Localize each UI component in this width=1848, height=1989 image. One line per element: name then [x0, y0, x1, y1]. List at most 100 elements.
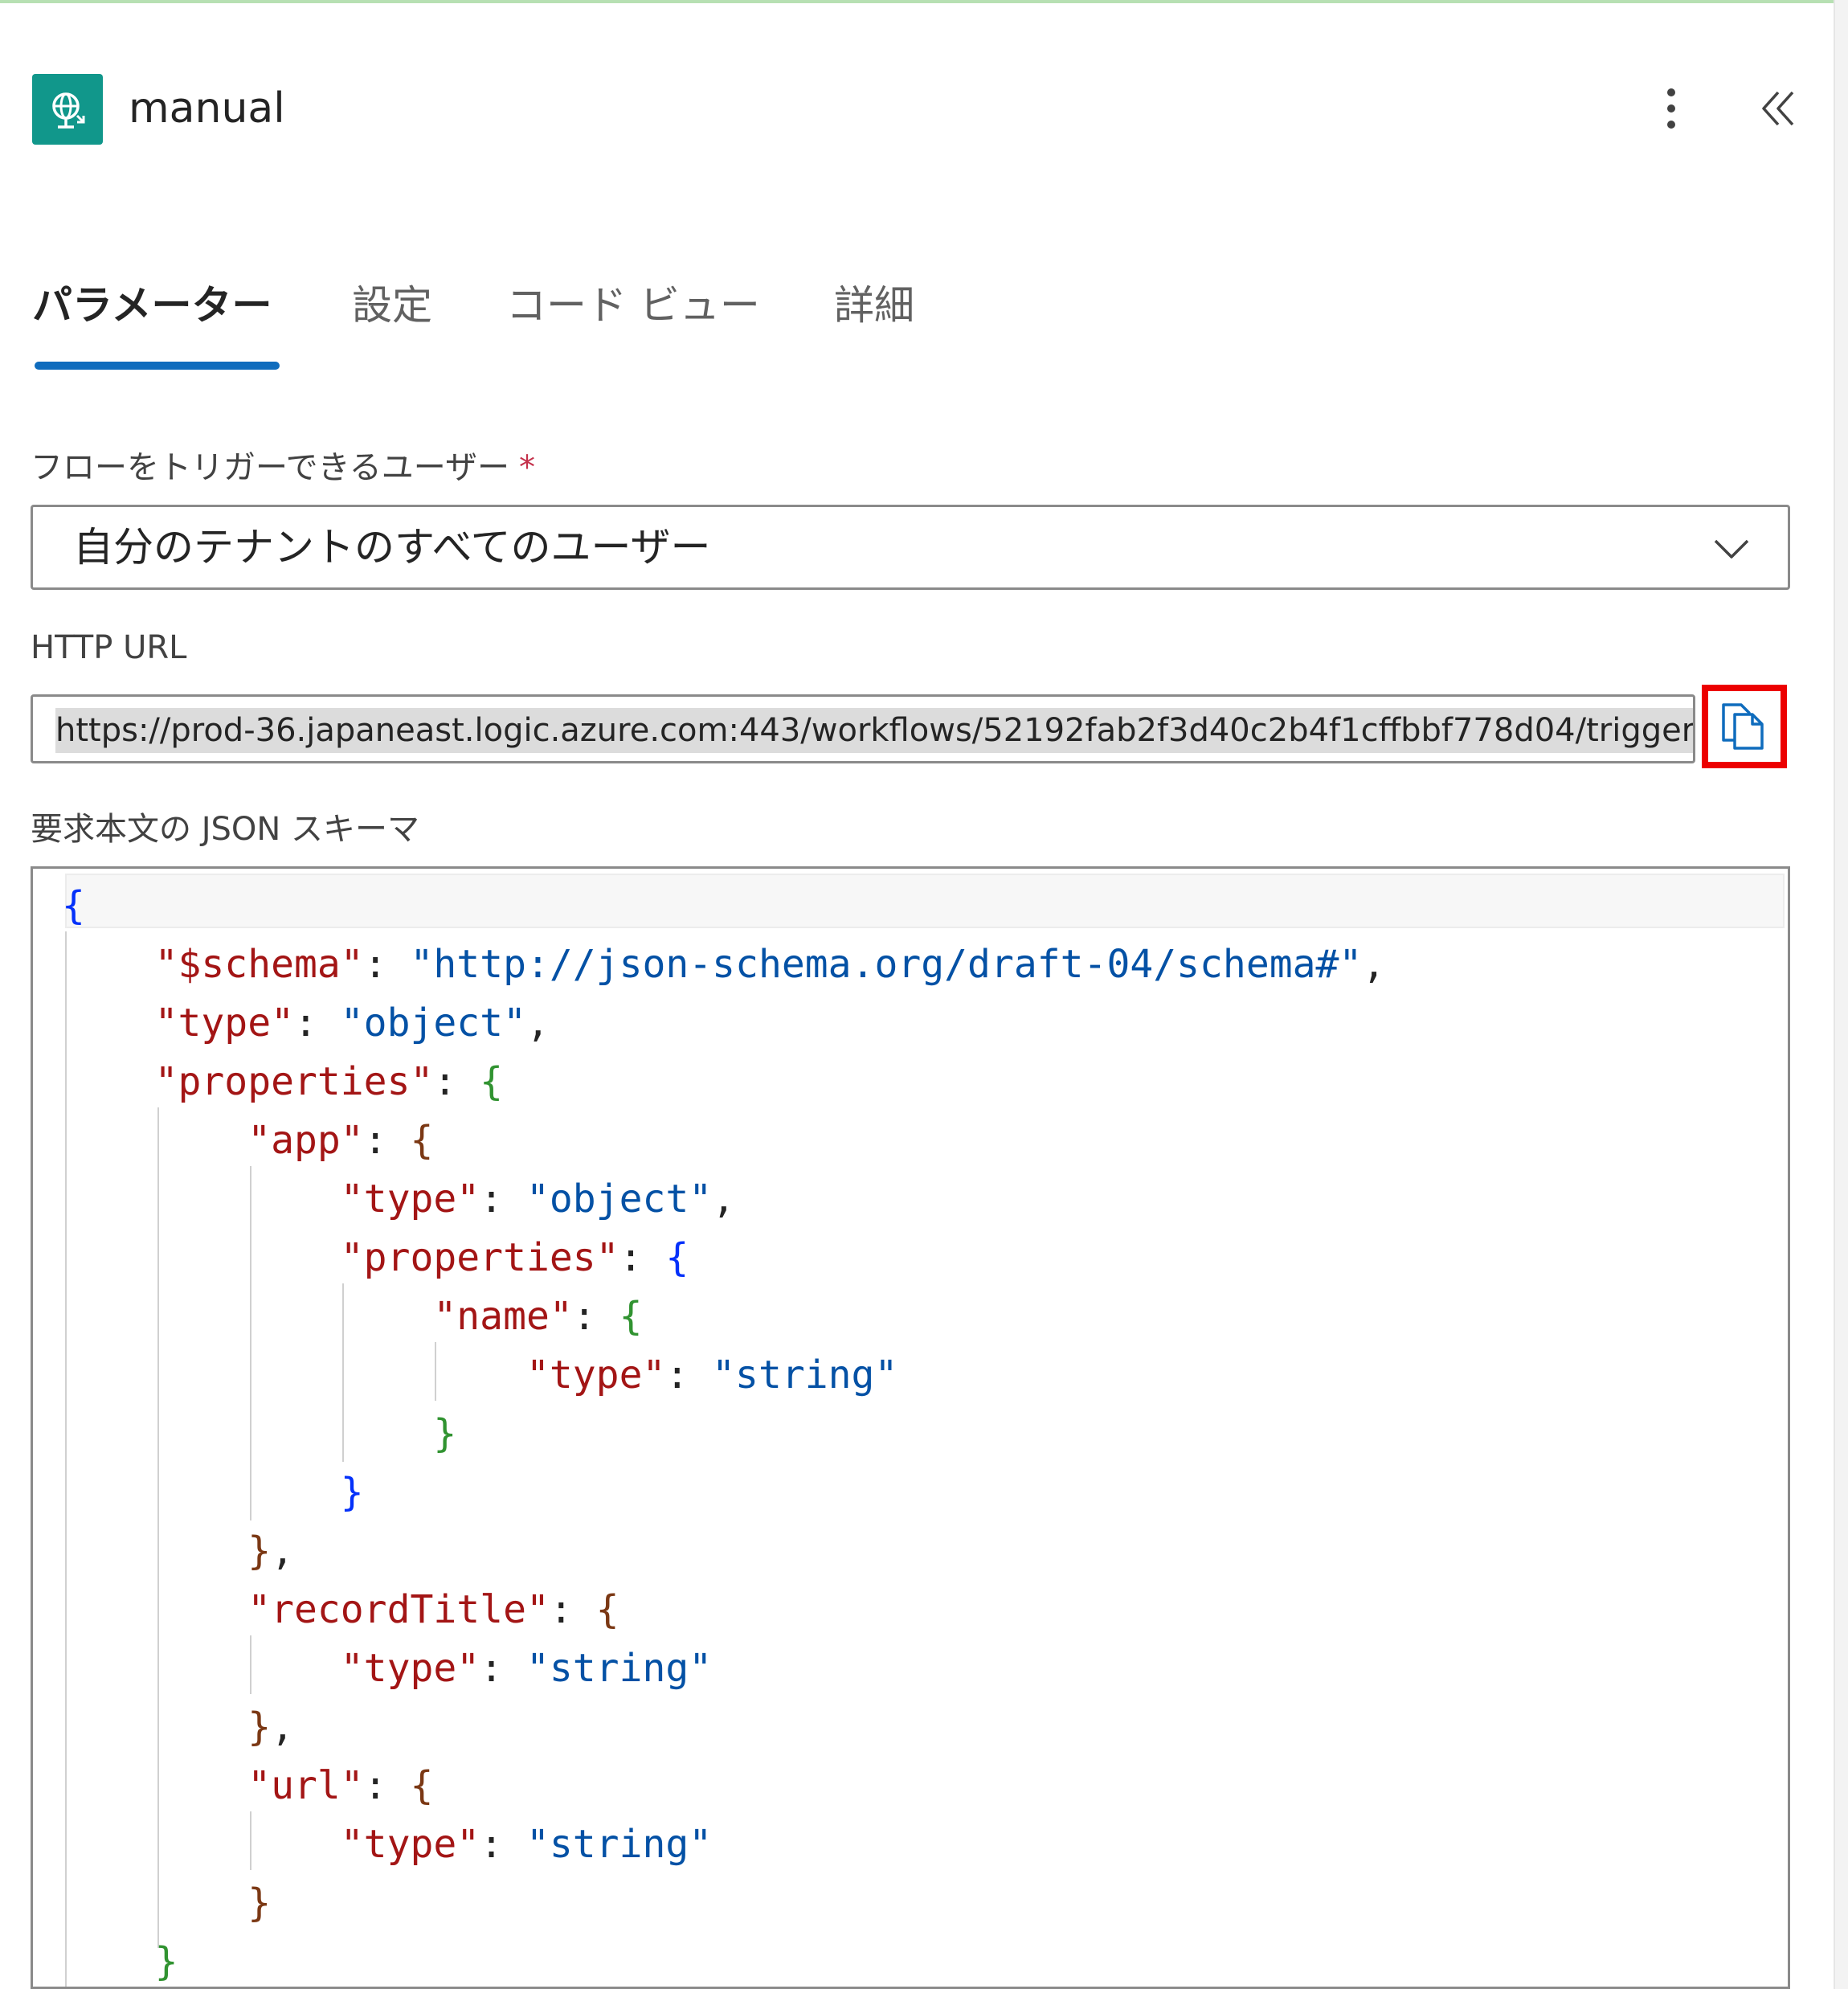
code-token: ,	[271, 1705, 294, 1750]
double-chevron-left-icon	[1762, 91, 1794, 126]
top-accent-line	[0, 0, 1848, 3]
code-token: :	[665, 1353, 713, 1398]
who-can-trigger-dropdown[interactable]: 自分のテナントのすべてのユーザー	[31, 505, 1790, 590]
code-token: "object"	[340, 1001, 526, 1046]
code-token: "string"	[525, 1822, 713, 1867]
tab-details[interactable]: 詳細	[834, 273, 914, 338]
code-token: "url"	[247, 1763, 364, 1808]
code-token: :	[363, 1118, 411, 1163]
code-token: :	[480, 1822, 526, 1867]
code-line: }	[62, 1463, 1385, 1522]
panel-scrollbar[interactable]	[1834, 0, 1848, 1989]
code-token: :	[480, 1177, 526, 1222]
code-token: :	[619, 1235, 666, 1280]
code-token: }	[340, 1470, 364, 1515]
http-url-field[interactable]: https://prod-36.japaneast.logic.azure.co…	[31, 694, 1695, 763]
copy-url-button[interactable]	[1702, 685, 1787, 768]
json-schema-label: 要求本文の JSON スキーマ	[31, 811, 420, 848]
more-vertical-icon	[1667, 88, 1675, 129]
http-url-label: HTTP URL	[31, 629, 187, 666]
code-token: :	[433, 1059, 480, 1104]
code-line: "url": {	[62, 1757, 1385, 1815]
code-token: {	[595, 1587, 619, 1632]
tab-settings[interactable]: 設定	[352, 273, 432, 338]
code-line: },	[62, 1522, 1385, 1581]
required-mark: *	[519, 449, 535, 486]
code-token: }	[247, 1881, 272, 1926]
json-schema-editor[interactable]: { "$schema": "http://json-schema.org/dra…	[31, 866, 1790, 1989]
code-line: "type": "string"	[62, 1639, 1385, 1698]
code-line: "name": {	[62, 1287, 1385, 1346]
code-token: :	[363, 1763, 411, 1808]
code-token: ,	[1362, 942, 1386, 987]
code-token: }	[247, 1705, 272, 1750]
tab-code-view[interactable]: コード ビュー	[506, 273, 760, 338]
code-token: "$schema"	[154, 942, 364, 987]
code-token: "http://json-schema.org/draft-04/schema#…	[410, 942, 1363, 987]
copy-icon	[1722, 703, 1764, 750]
code-line: }	[62, 1405, 1385, 1463]
trigger-title: manual	[129, 84, 285, 133]
code-line: {	[62, 877, 1385, 935]
code-token: :	[480, 1646, 526, 1691]
code-token: :	[549, 1587, 596, 1632]
code-token: "type"	[340, 1822, 480, 1867]
code-token: "name"	[433, 1294, 573, 1339]
code-token: {	[480, 1059, 504, 1104]
code-token: "recordTitle"	[247, 1587, 550, 1632]
more-options-button[interactable]	[1651, 80, 1691, 137]
code-token: }	[247, 1529, 272, 1574]
code-token: :	[293, 1001, 341, 1046]
code-line: "type": "string"	[62, 1815, 1385, 1874]
code-token: "type"	[340, 1646, 480, 1691]
code-line: "recordTitle": {	[62, 1581, 1385, 1639]
code-token: {	[410, 1118, 434, 1163]
http-request-globe-icon	[52, 92, 85, 129]
code-token: "type"	[340, 1177, 480, 1222]
code-token: {	[619, 1294, 643, 1339]
code-token: ,	[271, 1529, 294, 1574]
code-line: }	[62, 1933, 1385, 1987]
http-url-value[interactable]: https://prod-36.japaneast.logic.azure.co…	[55, 708, 1693, 753]
code-token: {	[410, 1763, 434, 1808]
code-token: }	[433, 1411, 457, 1456]
code-token: "string"	[525, 1646, 713, 1691]
who-can-trigger-label: フローをトリガーできるユーザー *	[31, 449, 535, 486]
chevron-down-icon	[1714, 539, 1749, 559]
tab-parameters[interactable]: パラメーター	[32, 273, 272, 338]
trigger-app-icon	[32, 74, 103, 145]
code-token: {	[62, 883, 85, 928]
code-line: "$schema": "http://json-schema.org/draft…	[62, 935, 1386, 994]
collapse-panel-button[interactable]	[1750, 80, 1806, 137]
code-token: "type"	[525, 1353, 666, 1398]
code-line: "properties": {	[62, 1053, 1385, 1111]
code-token: ,	[525, 1001, 550, 1046]
code-token: "properties"	[340, 1235, 619, 1280]
code-token: ,	[712, 1177, 736, 1222]
code-token: {	[665, 1235, 689, 1280]
active-tab-indicator	[35, 362, 280, 370]
code-line: "properties": {	[62, 1229, 1385, 1287]
code-line: "type": "string"	[62, 1346, 1385, 1405]
code-token: :	[572, 1294, 619, 1339]
code-token: "string"	[712, 1353, 898, 1398]
json-schema-code[interactable]: { "$schema": "http://json-schema.org/dra…	[62, 877, 1386, 1987]
code-token: "object"	[525, 1177, 713, 1222]
